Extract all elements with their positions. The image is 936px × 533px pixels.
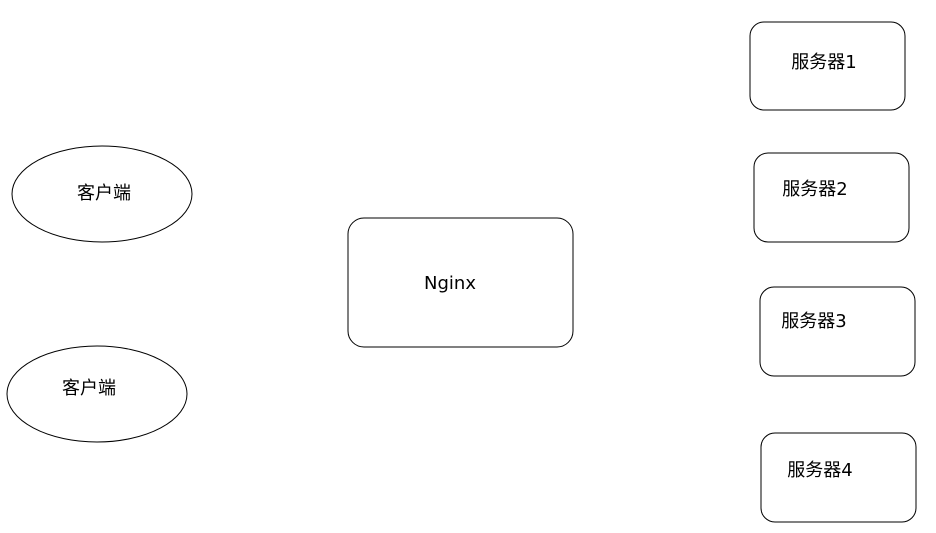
- nginx-node[interactable]: Nginx: [347, 217, 574, 348]
- server-node-4[interactable]: 服务器4: [760, 432, 917, 523]
- server-label-4: 服务器4: [787, 460, 852, 481]
- server-node-2[interactable]: 服务器2: [753, 152, 910, 243]
- server-label-1: 服务器1: [791, 52, 856, 73]
- client-label-1: 客户端: [77, 183, 131, 204]
- server-node-3[interactable]: 服务器3: [759, 286, 916, 377]
- client-label-2: 客户端: [62, 378, 116, 399]
- client-node-1[interactable]: 客户端: [11, 145, 193, 243]
- server-label-2: 服务器2: [782, 179, 847, 200]
- server-label-3: 服务器3: [781, 311, 846, 332]
- diagram-canvas: 客户端 客户端 Nginx 服务器1 服务器2 服务器3 服务器4: [6, 21, 917, 523]
- nginx-label: Nginx: [424, 273, 476, 294]
- client-node-2[interactable]: 客户端: [6, 345, 188, 443]
- server-node-1[interactable]: 服务器1: [749, 21, 906, 111]
